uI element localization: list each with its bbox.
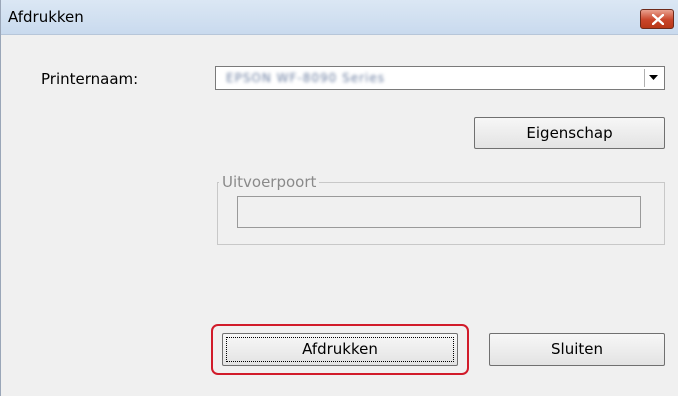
- title-bar: Afdrukken: [1, 0, 678, 35]
- dropdown-arrow-button[interactable]: [644, 69, 662, 87]
- print-button[interactable]: Afdrukken: [222, 333, 458, 366]
- output-port-field: [237, 196, 641, 228]
- close-button[interactable]: Sluiten: [489, 333, 665, 366]
- focus-rectangle: [226, 337, 454, 362]
- printer-select[interactable]: EPSON WF-8090 Series: [215, 66, 665, 90]
- printer-name-label: Printernaam:: [41, 70, 139, 88]
- close-window-button[interactable]: [640, 9, 674, 29]
- properties-button[interactable]: Eigenschap: [474, 117, 665, 149]
- print-dialog: Afdrukken Printernaam: EPSON WF-8090 Ser…: [0, 0, 678, 396]
- printer-select-value: EPSON WF-8090 Series: [226, 71, 386, 85]
- close-icon: [652, 14, 664, 25]
- chevron-down-icon: [649, 75, 658, 80]
- window-title: Afdrukken: [8, 8, 84, 26]
- output-port-legend: Uitvoerpoort: [219, 173, 320, 191]
